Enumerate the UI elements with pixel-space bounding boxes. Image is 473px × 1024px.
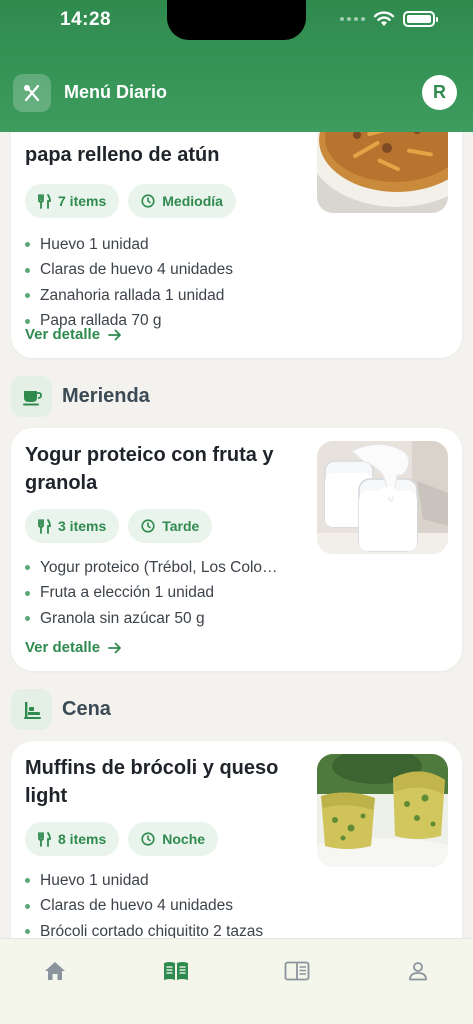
status-icons [340, 11, 438, 27]
meal-card[interactable]: Yogur proteico con fruta y granola 3 ite… [11, 428, 462, 671]
meal-chips: 3 items Tarde [25, 509, 213, 543]
see-detail-link[interactable]: Ver detalle [25, 326, 122, 343]
section-title: Merienda [62, 385, 150, 407]
meal-card[interactable]: Muffins de brócoli y queso light 8 items… [11, 741, 462, 938]
clock-icon [141, 194, 155, 208]
items-chip: 7 items [25, 184, 120, 218]
arrow-right-icon [108, 642, 121, 653]
fork-knife-icon [38, 193, 51, 209]
items-count: 3 items [58, 518, 107, 534]
section-header-cena: Cena [11, 689, 111, 730]
ingredient-list: Yogur proteico (Trébol, Los Colo… Fruta … [25, 555, 315, 632]
see-detail-link[interactable]: Ver detalle [25, 639, 122, 656]
items-chip: 8 items [25, 822, 120, 856]
ingredient-item: Zanahoria rallada 1 unidad [25, 283, 315, 309]
ingredient-item: Claras de huevo 4 unidades [25, 894, 315, 920]
status-bar: 14:28 [0, 0, 473, 40]
section-header-merienda: Merienda [11, 376, 150, 417]
utensils-icon [13, 74, 51, 112]
items-count: 7 items [58, 193, 107, 209]
section-title: Cena [62, 698, 111, 720]
nav-profile[interactable] [404, 958, 432, 984]
bottom-nav [0, 938, 473, 1024]
header: 14:28 Menú Diario R [0, 0, 473, 132]
items-chip: 3 items [25, 509, 120, 543]
ingredient-item: Brócoli cortado chiquitito 2 tazas [25, 919, 315, 938]
ingredient-list: Huevo 1 unidad Claras de huevo 4 unidade… [25, 868, 315, 938]
signal-icon [340, 17, 365, 21]
dinner-icon [11, 689, 52, 730]
cup-icon [11, 376, 52, 417]
avatar[interactable]: R [422, 75, 457, 110]
reader-icon [284, 961, 310, 981]
meal-title: Yogur proteico con fruta y granola [25, 444, 274, 494]
clock-icon [141, 519, 155, 533]
ingredient-item: Yogur proteico (Trébol, Los Colo… [25, 555, 315, 581]
profile-icon [409, 962, 427, 981]
nav-home[interactable] [41, 958, 69, 984]
arrow-right-icon [108, 329, 121, 340]
fork-knife-icon [38, 518, 51, 534]
nav-reader[interactable] [283, 958, 311, 984]
meal-chips: 8 items Noche [25, 822, 219, 856]
meal-title: papa relleno de atún [25, 144, 220, 166]
battery-icon [403, 11, 438, 27]
clock-icon [141, 832, 155, 846]
ingredient-item: Huevo 1 unidad [25, 868, 315, 894]
nav-recipes[interactable] [162, 958, 190, 984]
app-bar: Menú Diario R [0, 72, 473, 114]
meal-time: Tarde [162, 518, 200, 534]
ingredient-item: Claras de huevo 4 unidades [25, 258, 315, 284]
app-title: Menú Diario [64, 82, 168, 102]
meal-time: Noche [162, 831, 206, 847]
dynamic-island [167, 0, 306, 40]
meal-chips: 7 items Mediodía [25, 184, 236, 218]
items-count: 8 items [58, 831, 107, 847]
ingredient-item: Granola sin azúcar 50 g [25, 606, 315, 632]
meal-time: Mediodía [162, 193, 223, 209]
meal-image [317, 754, 448, 867]
ingredient-item: Huevo 1 unidad [25, 232, 315, 258]
meal-image [317, 132, 448, 213]
fork-knife-icon [38, 831, 51, 847]
status-time: 14:28 [60, 9, 112, 30]
time-chip: Mediodía [128, 184, 236, 218]
meal-list[interactable]: papa relleno de atún 7 items Mediodía Hu… [0, 132, 473, 938]
wifi-icon [373, 11, 395, 26]
meal-image [317, 441, 448, 554]
home-icon [45, 962, 65, 980]
ingredient-list: Huevo 1 unidad Claras de huevo 4 unidade… [25, 232, 315, 334]
ingredient-item: Fruta a elección 1 unidad [25, 581, 315, 607]
book-open-icon [164, 962, 188, 980]
time-chip: Noche [128, 822, 219, 856]
meal-card[interactable]: papa relleno de atún 7 items Mediodía Hu… [11, 132, 462, 358]
time-chip: Tarde [128, 509, 213, 543]
meal-title: Muffins de brócoli y queso light [25, 757, 279, 807]
